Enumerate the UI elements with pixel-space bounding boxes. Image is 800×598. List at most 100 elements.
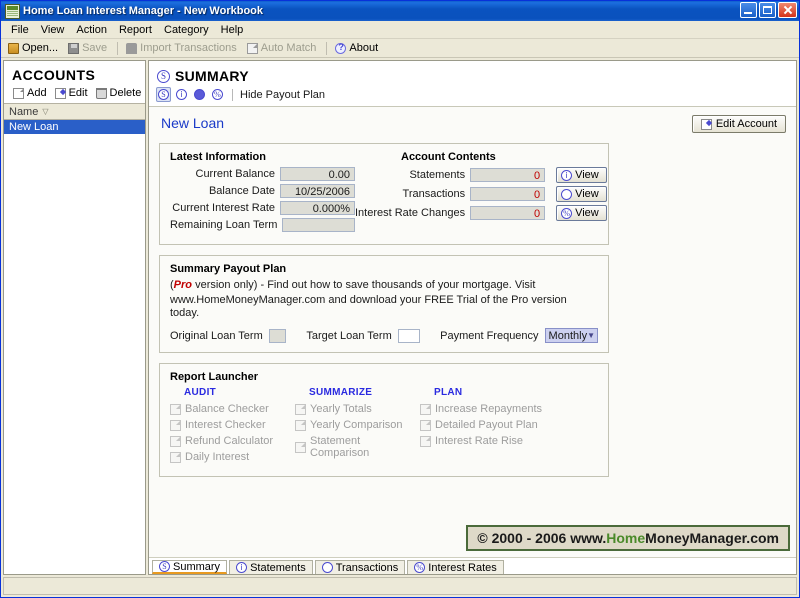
report-increase-repayments[interactable]: Increase Repayments: [420, 403, 545, 415]
copyright-text: © 2000 - 2006 www.: [477, 530, 606, 546]
report-doc-icon: [420, 404, 431, 415]
remaining-loan-term-value[interactable]: [282, 218, 355, 232]
current-interest-rate-label: Current Interest Rate: [172, 202, 275, 214]
main-pane: S SUMMARY S ⅰ % Hide Payout Plan New Loa…: [148, 60, 797, 575]
transactions-tab-icon: [322, 562, 333, 573]
field-balance-date: Balance Date 10/25/2006: [170, 184, 355, 198]
original-loan-term-input[interactable]: [269, 329, 287, 343]
payout-plan-note-line-2: www.HomeMoneyManager.com and download yo…: [170, 294, 598, 320]
tab-interest-rates[interactable]: % Interest Rates: [407, 560, 503, 574]
menu-help[interactable]: Help: [215, 23, 250, 37]
interest-rate-changes-value[interactable]: 0: [470, 206, 545, 220]
minimize-button[interactable]: [740, 2, 757, 18]
edit-account-button[interactable]: Edit Account: [692, 115, 786, 133]
menu-file[interactable]: File: [5, 23, 35, 37]
current-balance-value[interactable]: 0.00: [280, 167, 355, 181]
payment-frequency-select[interactable]: Monthly ▼: [545, 328, 598, 343]
view-interest-rate-changes-button[interactable]: % View: [556, 205, 607, 221]
accounts-column-header[interactable]: Name ▽: [4, 103, 145, 120]
report-daily-interest[interactable]: Daily Interest: [170, 451, 295, 463]
payment-frequency-label: Payment Frequency: [440, 330, 538, 342]
report-interest-checker[interactable]: Interest Checker: [170, 419, 295, 431]
report-doc-icon: [170, 436, 181, 447]
toolbar-open-button[interactable]: Open...: [5, 41, 63, 55]
summary-view-icon[interactable]: S: [156, 87, 171, 102]
close-button[interactable]: [778, 2, 797, 18]
report-detailed-payout-plan[interactable]: Detailed Payout Plan: [420, 419, 545, 431]
account-edit-button[interactable]: Edit: [52, 87, 91, 99]
report-interest-rate-rise-label: Interest Rate Rise: [435, 435, 523, 447]
view-statements-button[interactable]: ⅰ View: [556, 167, 607, 183]
report-launcher-panel: Report Launcher AUDIT Balance Checker In…: [159, 363, 609, 477]
report-yearly-comparison[interactable]: Yearly Comparison: [295, 419, 420, 431]
tab-summary[interactable]: S Summary: [152, 560, 227, 574]
current-interest-rate-value[interactable]: 0.000%: [280, 201, 355, 215]
sort-descending-icon: ▽: [42, 107, 48, 116]
report-statement-comparison[interactable]: Statement Comparison: [295, 435, 420, 459]
toolbar-import-label: Import Transactions: [140, 42, 237, 54]
balance-date-value[interactable]: 10/25/2006: [280, 184, 355, 198]
statements-view-icon[interactable]: ⅰ: [174, 87, 189, 102]
maximize-button[interactable]: [759, 2, 776, 18]
hide-payout-plan-button[interactable]: Hide Payout Plan: [240, 89, 325, 101]
statements-value[interactable]: 0: [470, 168, 545, 182]
toolbar-auto-match-label: Auto Match: [261, 42, 317, 54]
information-columns: Latest Information Current Balance 0.00 …: [170, 151, 598, 235]
about-icon: [335, 43, 346, 54]
report-increase-repayments-label: Increase Repayments: [435, 403, 542, 415]
report-doc-icon: [295, 420, 306, 431]
payout-plan-title: Summary Payout Plan: [170, 263, 598, 275]
transactions-view-icon[interactable]: [192, 87, 207, 102]
interest-rates-view-icon[interactable]: %: [210, 87, 225, 102]
toolbar: Open... Save Import Transactions Auto Ma…: [1, 39, 799, 58]
report-refund-calculator[interactable]: Refund Calculator: [170, 435, 295, 447]
report-doc-icon: [170, 404, 181, 415]
menu-action[interactable]: Action: [70, 23, 113, 37]
statements-label: Statements: [409, 169, 465, 181]
toolbar-about-button[interactable]: About: [332, 41, 383, 55]
report-balance-checker[interactable]: Balance Checker: [170, 403, 295, 415]
status-bar: [3, 577, 797, 595]
sheet-header-row: New Loan Edit Account: [159, 115, 786, 133]
original-loan-term-label: Original Loan Term: [170, 330, 263, 342]
report-doc-icon: [420, 436, 431, 447]
report-yearly-totals[interactable]: Yearly Totals: [295, 403, 420, 415]
balance-date-label: Balance Date: [209, 185, 275, 197]
account-add-button[interactable]: Add: [10, 87, 50, 99]
brand-rest: MoneyManager.com: [645, 530, 779, 546]
accounts-pane: ACCOUNTS Add Edit Delete Name ▽: [3, 60, 146, 575]
report-column-plan: PLAN Increase Repayments Detailed Payout…: [420, 387, 545, 467]
toolbar-separator-2: [326, 42, 327, 55]
summary-sheet: New Loan Edit Account Latest Information…: [149, 106, 796, 557]
transactions-value[interactable]: 0: [470, 187, 545, 201]
report-doc-icon: [170, 452, 181, 463]
menu-category[interactable]: Category: [158, 23, 215, 37]
latest-information-title: Latest Information: [170, 151, 355, 163]
list-item[interactable]: New Loan: [4, 120, 145, 134]
toolbar-separator: [117, 42, 118, 55]
report-column-audit: AUDIT Balance Checker Interest Checker: [170, 387, 295, 467]
add-icon: [13, 88, 24, 99]
field-interest-rate-changes: Interest Rate Changes 0 % View: [355, 205, 607, 221]
account-row-name: New Loan: [9, 121, 59, 133]
payout-plan-controls: Original Loan Term Target Loan Term Paym…: [170, 328, 598, 343]
menu-bar: File View Action Report Category Help: [1, 21, 799, 39]
toolbar-save-button[interactable]: Save: [65, 41, 112, 55]
tab-statements[interactable]: ⅰ Statements: [229, 560, 313, 574]
report-yearly-comparison-label: Yearly Comparison: [310, 419, 403, 431]
account-delete-button[interactable]: Delete: [93, 87, 145, 99]
tab-transactions[interactable]: Transactions: [315, 560, 406, 574]
account-title: New Loan: [159, 115, 224, 131]
field-remaining-loan-term: Remaining Loan Term: [170, 218, 355, 232]
view-transactions-button[interactable]: View: [556, 186, 607, 202]
window-controls: [740, 2, 797, 18]
report-launcher-columns: AUDIT Balance Checker Interest Checker: [170, 387, 598, 467]
menu-report[interactable]: Report: [113, 23, 158, 37]
save-icon: [68, 43, 79, 54]
interest-rate-circle-icon: %: [561, 208, 572, 219]
toolbar-import-button[interactable]: Import Transactions: [123, 41, 242, 55]
toolbar-auto-match-button[interactable]: Auto Match: [244, 41, 322, 55]
menu-view[interactable]: View: [35, 23, 71, 37]
target-loan-term-input[interactable]: [398, 329, 420, 343]
report-interest-rate-rise[interactable]: Interest Rate Rise: [420, 435, 545, 447]
